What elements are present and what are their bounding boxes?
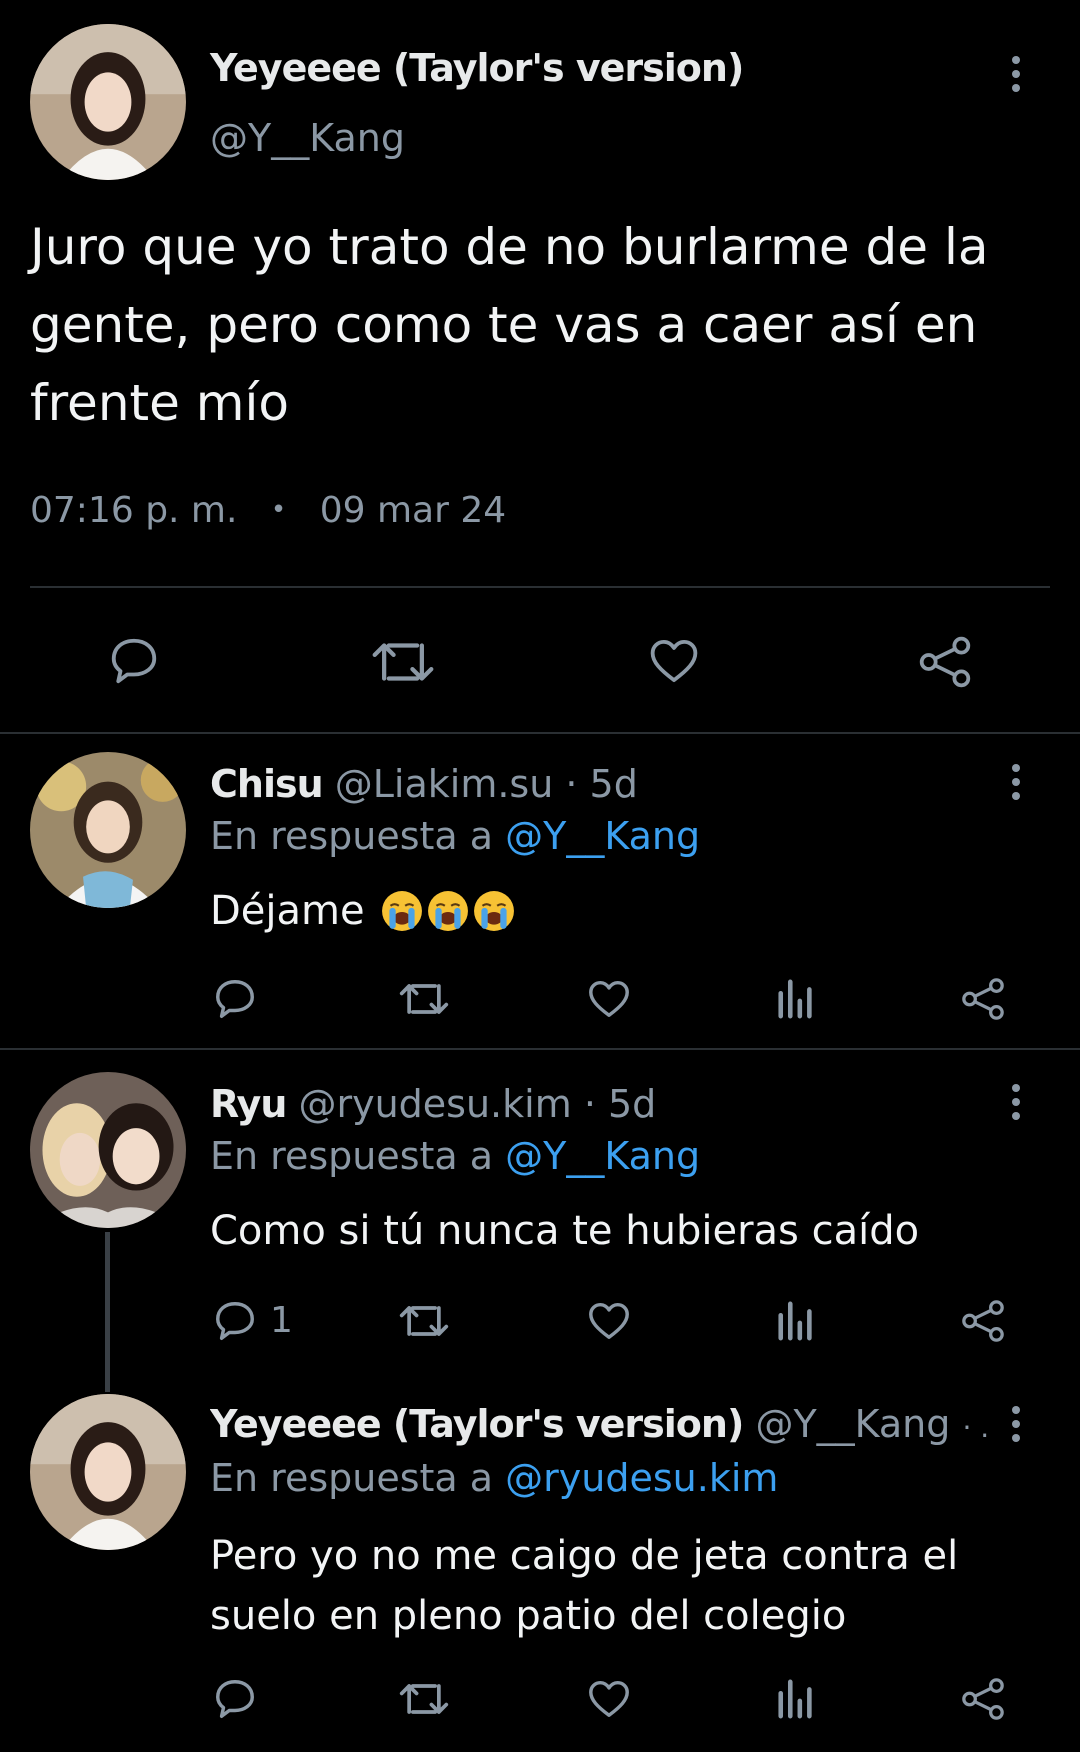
views-bar-chart-icon[interactable] <box>776 1300 816 1342</box>
share-icon[interactable] <box>960 1298 1006 1344</box>
loudly-crying-face-icon <box>382 891 423 931</box>
user-handle[interactable]: @ryudesu.kim <box>298 1082 571 1126</box>
post-age: · 5d <box>583 1082 657 1126</box>
divider <box>0 732 1080 734</box>
retweet-icon[interactable] <box>398 1300 450 1342</box>
user-handle[interactable]: @Y__Kang <box>210 116 405 160</box>
reply-bubble-icon[interactable] <box>212 1298 258 1344</box>
more-vertical-icon[interactable] <box>1012 56 1022 98</box>
views-bar-chart-icon[interactable] <box>776 978 816 1020</box>
user-handle[interactable]: @Y__Kang <box>755 1402 950 1446</box>
reply-text-content: Déjame <box>210 888 365 934</box>
avatar[interactable] <box>30 24 186 180</box>
loudly-crying-face-icon <box>428 891 469 931</box>
reply-context: En respuesta a @ryudesu.kim <box>210 1456 778 1500</box>
tweet-text: Juro que yo trato de no burlarme de la g… <box>30 218 989 432</box>
reply-text: Pero yo no me caigo de jeta contra el su… <box>210 1533 959 1639</box>
reply-context: En respuesta a @Y__Kang <box>210 814 700 858</box>
share-icon[interactable] <box>916 634 974 690</box>
retweet-icon[interactable] <box>398 1678 450 1720</box>
avatar-photo <box>30 24 186 180</box>
more-vertical-icon[interactable] <box>1012 764 1022 806</box>
reply-header: Chisu @Liakim.su · 5d <box>210 762 638 806</box>
retweet-icon[interactable] <box>398 978 450 1020</box>
views-bar-chart-icon[interactable] <box>776 1678 816 1720</box>
separator-dot: • <box>270 495 287 525</box>
display-name[interactable]: Ryu <box>210 1082 287 1126</box>
reply-context: En respuesta a @Y__Kang <box>210 1134 700 1178</box>
share-icon[interactable] <box>960 1676 1006 1722</box>
avatar-photo <box>30 1394 186 1550</box>
avatar[interactable] <box>30 752 186 908</box>
avatar-photo <box>30 1072 186 1228</box>
post-age: · 5d <box>565 762 638 806</box>
post-age: · ... <box>962 1411 991 1444</box>
tweet-time: 07:16 p. m. <box>30 490 238 531</box>
reply-text: Déjame <box>210 888 515 934</box>
reply-prefix: En respuesta a <box>210 1456 494 1500</box>
thread-line <box>105 1232 110 1392</box>
heart-icon[interactable] <box>586 1298 632 1344</box>
display-name[interactable]: Yeyeeee (Taylor's version) <box>210 46 744 90</box>
reply-count: 1 <box>270 1300 293 1341</box>
share-icon[interactable] <box>960 976 1006 1022</box>
heart-icon[interactable] <box>586 976 632 1022</box>
retweet-icon[interactable] <box>370 636 436 688</box>
reply-bubble-icon[interactable] <box>106 634 162 688</box>
reply-to-link[interactable]: @Y__Kang <box>505 1134 700 1178</box>
reply-prefix: En respuesta a <box>210 814 494 858</box>
reply-text: Como si tú nunca te hubieras caído <box>210 1208 920 1254</box>
heart-icon[interactable] <box>586 1676 632 1722</box>
user-handle[interactable]: @Liakim.su <box>335 762 554 806</box>
display-name[interactable]: Yeyeeee (Taylor's version) <box>210 1402 744 1446</box>
reply-bubble-icon[interactable] <box>212 1676 258 1722</box>
tweet-date: 09 mar 24 <box>319 490 507 531</box>
reply-to-link[interactable]: @Y__Kang <box>505 814 700 858</box>
heart-icon[interactable] <box>646 634 702 688</box>
more-vertical-icon[interactable] <box>1012 1406 1022 1448</box>
avatar[interactable] <box>30 1394 186 1550</box>
divider <box>0 1048 1080 1050</box>
reply-header: Yeyeeee (Taylor's version) @Y__Kang · ..… <box>210 1402 990 1446</box>
loudly-crying-face-icon <box>474 891 515 931</box>
reply-prefix: En respuesta a <box>210 1134 494 1178</box>
avatar[interactable] <box>30 1072 186 1228</box>
reply-header: Ryu @ryudesu.kim · 5d <box>210 1082 656 1126</box>
more-vertical-icon[interactable] <box>1012 1084 1022 1126</box>
tweet-timestamp: 07:16 p. m. • 09 mar 24 <box>30 490 506 531</box>
divider <box>30 586 1050 588</box>
reply-to-link[interactable]: @ryudesu.kim <box>505 1456 778 1500</box>
display-name[interactable]: Chisu <box>210 762 324 806</box>
avatar-photo <box>30 752 186 908</box>
reply-bubble-icon[interactable] <box>212 976 258 1022</box>
